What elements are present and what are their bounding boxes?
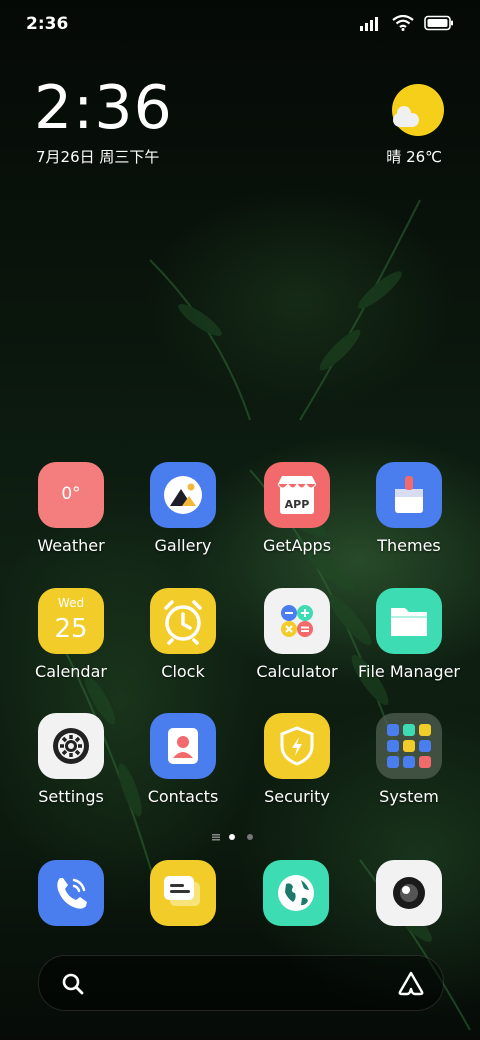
signal-icon (360, 17, 378, 31)
page-dot-current (229, 834, 235, 840)
status-bar: 2:36 (0, 0, 480, 50)
app-label: GetApps (262, 536, 332, 555)
app-label: File Manager (358, 662, 460, 681)
page-dot (247, 834, 253, 840)
messages-icon[interactable] (150, 860, 216, 926)
phone-icon[interactable] (38, 860, 104, 926)
app-getapps[interactable]: APP GetApps (242, 462, 352, 555)
battery-icon (424, 15, 453, 31)
app-label: Calculator (256, 662, 338, 681)
calculator-icon (264, 588, 330, 654)
app-weather[interactable]: 0° Weather (16, 462, 126, 555)
alarm-clock-icon (150, 588, 216, 654)
app-label: Themes (377, 536, 441, 555)
menu-lines-icon (212, 834, 220, 841)
weather-cloud-icon (393, 106, 419, 127)
themes-icon (376, 462, 442, 528)
status-time: 2:36 (26, 14, 69, 34)
app-calendar[interactable]: Wed 25 Calendar (16, 588, 126, 681)
wifi-icon (392, 15, 414, 31)
app-themes[interactable]: Themes (354, 462, 464, 555)
search-bar[interactable] (38, 955, 444, 1011)
app-label: Clock (161, 662, 205, 681)
assistant-icon[interactable] (397, 970, 425, 996)
app-system-folder[interactable]: System (354, 713, 464, 806)
app-label: System (379, 787, 439, 806)
calendar-icon-date: 25 (54, 614, 88, 644)
app-label: Calendar (35, 662, 107, 681)
gallery-icon (150, 462, 216, 528)
app-gallery[interactable]: Gallery (128, 462, 238, 555)
app-label: Contacts (147, 787, 219, 806)
weather-app-icon: 0° (38, 462, 104, 528)
page-indicator[interactable] (0, 828, 480, 847)
getapps-icon: APP (264, 462, 330, 528)
weather-widget-text[interactable]: 晴 26℃ (386, 146, 442, 167)
globe-icon[interactable] (263, 860, 329, 926)
clock-widget-date: 7月26日 周三下午 (36, 148, 160, 166)
status-icons (360, 15, 454, 31)
app-security[interactable]: Security (242, 713, 352, 806)
clock-widget-time[interactable]: 2:36 (34, 78, 173, 138)
app-contacts[interactable]: Contacts (128, 713, 238, 806)
search-icon[interactable] (61, 972, 85, 996)
weather-icon-text: 0° (61, 484, 81, 504)
contacts-icon (150, 713, 216, 779)
shield-icon (264, 713, 330, 779)
app-label: Settings (38, 787, 104, 806)
getapps-icon-text: APP (284, 498, 310, 511)
camera-icon[interactable] (376, 860, 442, 926)
app-settings[interactable]: Settings (16, 713, 126, 806)
gear-icon (38, 713, 104, 779)
calendar-icon: Wed 25 (38, 588, 104, 654)
calendar-icon-day: Wed (57, 596, 85, 610)
app-file-manager[interactable]: File Manager (354, 588, 464, 681)
app-label: Weather (37, 536, 105, 555)
app-label: Gallery (154, 536, 212, 555)
folder-icon (376, 588, 442, 654)
app-label: Security (264, 787, 330, 806)
app-clock[interactable]: Clock (128, 588, 238, 681)
app-calculator[interactable]: Calculator (242, 588, 352, 681)
system-folder-icon (376, 713, 442, 779)
